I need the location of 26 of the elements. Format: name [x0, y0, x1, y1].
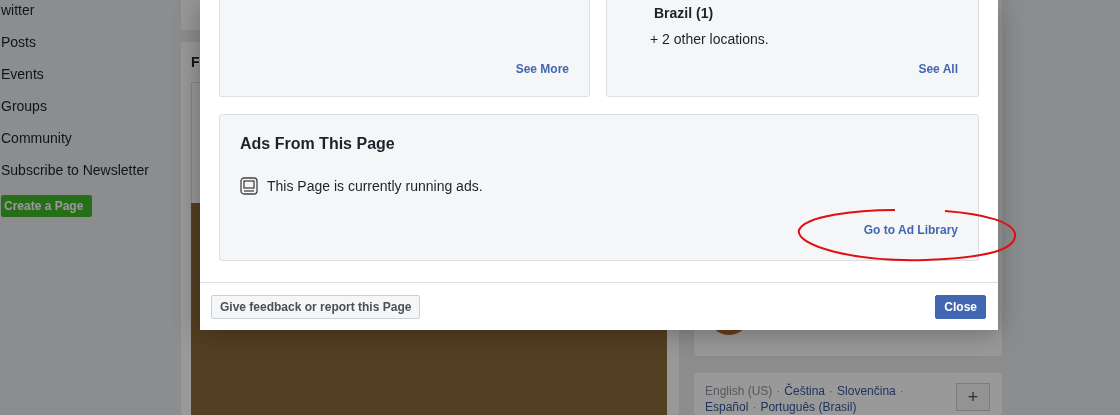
sidebar-item[interactable]: Groups — [1, 97, 47, 129]
feedback-button[interactable]: Give feedback or report this Page — [211, 294, 421, 319]
separator-dot: · — [752, 400, 757, 414]
ads-status: This Page is currently running ads. — [267, 178, 483, 194]
monitor-icon — [240, 177, 258, 195]
separator-dot: · — [776, 384, 781, 398]
language-link[interactable]: Português (Brasil) — [760, 400, 857, 414]
separator-dot: · — [899, 384, 904, 398]
separator-dot: · — [829, 384, 834, 398]
sidebar-item[interactable]: Community — [1, 129, 72, 161]
add-language-button[interactable]: + — [956, 383, 990, 411]
see-more-link[interactable]: See All — [918, 62, 958, 76]
sidebar-item[interactable]: Subscribe to Newsletter — [1, 161, 149, 193]
sidebar-item[interactable]: Posts — [1, 33, 36, 65]
location-name: Brazil (1) — [654, 4, 715, 22]
language-link[interactable]: Slovenčina — [837, 384, 896, 398]
see-more-link[interactable]: See More — [515, 62, 569, 76]
location-note: + 2 other locations. — [650, 30, 770, 48]
ad-library-link[interactable]: Go to Ad Library — [863, 223, 958, 237]
close-button[interactable]: Close — [935, 294, 986, 319]
card-title: F — [191, 54, 200, 72]
sidebar-item[interactable]: witter — [1, 1, 35, 33]
language-link[interactable]: Español — [705, 400, 749, 414]
language-link[interactable]: Čeština — [784, 384, 826, 398]
ads-title: Ads From This Page — [240, 135, 396, 153]
sidebar-item[interactable]: Events — [1, 65, 44, 97]
